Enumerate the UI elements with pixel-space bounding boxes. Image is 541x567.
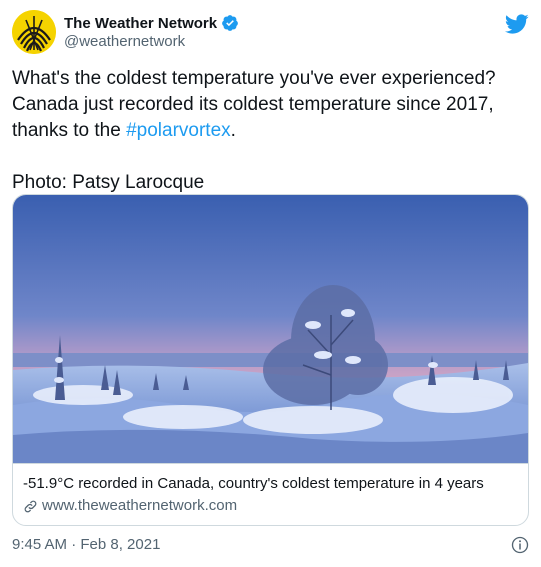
card-domain[interactable]: www.theweathernetwork.com xyxy=(42,496,237,516)
name-row: The Weather Network xyxy=(64,14,239,32)
card-title[interactable]: -51.9°C recorded in Canada, country's co… xyxy=(23,474,518,494)
card-photo[interactable] xyxy=(13,195,528,463)
tweet-text: What's the coldest temperature you've ev… xyxy=(12,66,527,196)
handle[interactable]: @weathernetwork xyxy=(64,33,185,50)
card-domain-row: www.theweathernetwork.com xyxy=(23,496,518,516)
verified-badge-icon xyxy=(222,15,238,31)
tweet-header: The Weather Network @weathernetwork xyxy=(12,10,529,56)
link-card[interactable]: -51.9°C recorded in Canada, country's co… xyxy=(12,194,529,526)
weather-network-logo xyxy=(12,10,56,54)
hashtag-link[interactable]: #polarvortex xyxy=(126,120,231,141)
link-icon xyxy=(24,500,37,512)
tweet-body-text: What's the coldest temperature you've ev… xyxy=(12,68,507,141)
display-name[interactable]: The Weather Network xyxy=(64,15,217,32)
card-info: -51.9°C recorded in Canada, country's co… xyxy=(13,463,528,525)
twitter-bird-icon[interactable] xyxy=(505,12,529,36)
info-icon[interactable] xyxy=(511,536,529,554)
avatar[interactable] xyxy=(12,10,56,54)
timestamp[interactable]: 9:45 AM · Feb 8, 2021 xyxy=(12,536,160,553)
